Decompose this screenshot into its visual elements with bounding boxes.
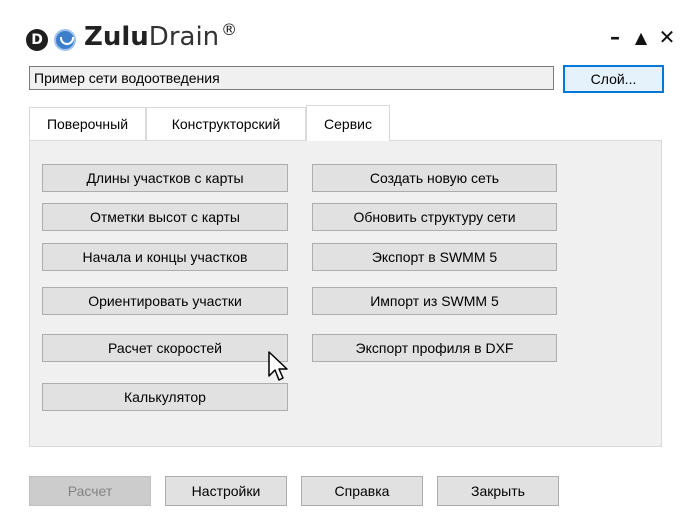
tab-verification[interactable]: Поверочный [29,107,146,140]
import-swmm-button[interactable]: Импорт из SWMM 5 [312,287,557,315]
update-network-structure-button[interactable]: Обновить структуру сети [312,203,557,231]
export-swmm-button[interactable]: Экспорт в SWMM 5 [312,243,557,271]
elevations-from-map-button[interactable]: Отметки высот с карты [42,203,288,231]
minimize-icon: – [610,25,620,49]
app-title-bold: Zulu [84,22,149,52]
tab-design[interactable]: Конструкторский [146,107,306,140]
network-name-field[interactable]: Пример сети водоотведения [29,66,554,90]
logo-d-icon: D [26,29,48,51]
calculator-button[interactable]: Калькулятор [42,383,288,411]
maximize-button[interactable]: ▲ [630,22,652,52]
close-icon: ✕ [658,25,676,49]
logo-letter: D [31,32,43,48]
create-new-network-button[interactable]: Создать новую сеть [312,164,557,192]
close-window-button[interactable]: ✕ [655,22,679,52]
settings-button[interactable]: Настройки [165,476,287,506]
help-button[interactable]: Справка [301,476,423,506]
velocity-calculation-button[interactable]: Расчет скоростей [42,334,288,362]
calculate-button[interactable]: Расчет [29,476,151,506]
export-profile-dxf-button[interactable]: Экспорт профиля в DXF [312,334,557,362]
layer-button[interactable]: Слой... [563,65,664,93]
trademark-sign: ® [221,20,238,39]
triangle-up-icon: ▲ [634,27,648,47]
app-title: Zulu Drain ® [84,20,238,56]
minimize-button[interactable]: – [604,22,626,52]
app-title-light: Drain [148,22,220,52]
section-lengths-from-map-button[interactable]: Длины участков с карты [42,164,288,192]
mouse-cursor-icon [268,351,288,381]
tab-service[interactable]: Сервис [306,105,390,141]
logo-smiley-icon [54,29,76,51]
section-starts-ends-button[interactable]: Начала и концы участков [42,243,288,271]
orient-sections-button[interactable]: Ориентировать участки [42,287,288,315]
close-button[interactable]: Закрыть [437,476,559,506]
